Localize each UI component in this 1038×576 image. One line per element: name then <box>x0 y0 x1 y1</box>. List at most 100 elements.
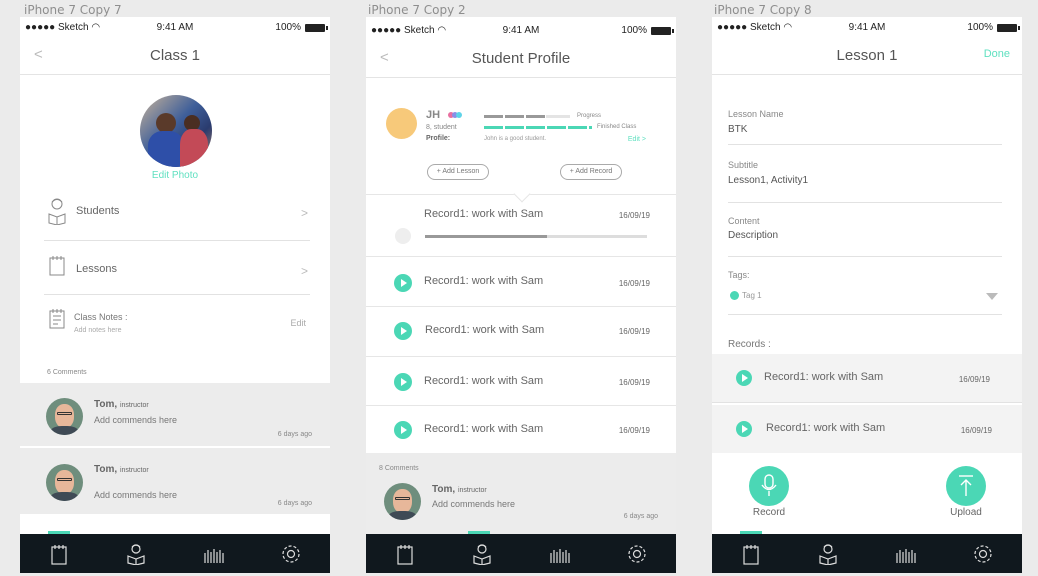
comment-role: instructor <box>119 402 149 409</box>
battery-percent: 100% <box>275 22 301 33</box>
tab-students[interactable] <box>790 534 868 573</box>
records-label: Records : <box>728 339 771 350</box>
record-item[interactable]: Record1: work with Sam 16/09/19 <box>366 358 676 406</box>
add-lesson-button[interactable]: + Add Lesson <box>427 164 489 180</box>
subtitle-field[interactable]: Subtitle Lesson1, Activity1 <box>728 157 1002 203</box>
record-item[interactable]: Record1: work with Sam 16/09/19 <box>712 354 1022 403</box>
play-icon[interactable] <box>394 322 412 340</box>
battery-icon <box>305 23 328 32</box>
play-icon[interactable] <box>736 421 752 437</box>
play-icon[interactable] <box>394 274 412 292</box>
done-button[interactable]: Done <box>984 48 1010 60</box>
gear-icon <box>282 544 300 563</box>
add-record-button[interactable]: + Add Record <box>560 164 622 180</box>
record-date: 16/09/19 <box>618 327 650 336</box>
comment-item: Tom, instructor Add commends here 6 days… <box>20 383 330 447</box>
phone-lesson: ●●●●● Sketch ◠ 9:41 AM 100% Lesson 1 Don… <box>712 17 1022 573</box>
artboard-label-1: iPhone 7 Copy 7 <box>24 3 122 17</box>
tags-field[interactable]: Tags: Tag 1 <box>728 267 1002 315</box>
chevron-down-icon[interactable] <box>986 293 998 300</box>
tab-students[interactable] <box>98 534 176 573</box>
lessons-row[interactable]: Lessons > <box>44 253 310 295</box>
battery-icon <box>651 26 674 35</box>
notebook-icon <box>49 256 65 276</box>
tab-indicator <box>468 531 490 534</box>
tab-community[interactable] <box>521 534 599 573</box>
tab-settings[interactable] <box>599 534 677 573</box>
record-title: Record1: work with Sam <box>425 324 545 336</box>
comment-author: Tom, <box>94 399 118 410</box>
record-item[interactable]: Record1: work with Sam 16/09/19 <box>712 405 1022 453</box>
finished-bar <box>484 126 592 129</box>
comment-role: instructor <box>119 467 149 474</box>
record-date: 16/09/19 <box>618 378 650 387</box>
tab-classes[interactable] <box>20 534 98 573</box>
navbar: Lesson 1 Done <box>712 37 1022 75</box>
tab-indicator <box>48 531 70 534</box>
lessons-label: Lessons <box>76 263 117 275</box>
play-icon[interactable] <box>394 373 412 391</box>
record-item[interactable]: Record1: work with Sam 16/09/19 <box>366 308 676 357</box>
progress-label: Progress <box>577 113 602 119</box>
edit-photo-link[interactable]: Edit Photo <box>20 170 330 181</box>
artboard-label-2: iPhone 7 Copy 2 <box>368 3 466 17</box>
record-title: Record1: work with Sam <box>764 371 884 383</box>
student-initials: JH <box>426 109 441 121</box>
chevron-right-icon: > <box>300 264 308 278</box>
comment-item: Tom, instructor Add commends here 6 days… <box>20 448 330 514</box>
playback-slider[interactable] <box>425 235 647 238</box>
play-icon[interactable] <box>736 370 752 386</box>
pause-icon[interactable] <box>395 228 411 244</box>
comment-text: Add commends here <box>94 490 178 500</box>
student-subtitle: 8, student <box>426 124 457 131</box>
students-label: Students <box>76 205 120 217</box>
edit-profile-link[interactable]: Edit > <box>628 136 646 143</box>
upload-button[interactable] <box>946 466 986 506</box>
tab-community[interactable] <box>867 534 945 573</box>
avatar <box>386 108 417 139</box>
record-button[interactable] <box>749 466 789 506</box>
tab-classes[interactable] <box>712 534 790 573</box>
subtitle-value: Lesson1, Activity1 <box>728 175 809 186</box>
tab-bar <box>20 534 330 573</box>
comment-text: Add commends here <box>432 499 516 509</box>
record-title: Record1: work with Sam <box>766 422 886 434</box>
battery-icon <box>997 23 1020 32</box>
record-item[interactable]: Record1: work with Sam 16/09/19 <box>366 407 676 453</box>
tab-classes[interactable] <box>366 534 444 573</box>
finished-label: Finished Class <box>597 124 637 130</box>
status-bar: ●●●●● Sketch ◠ 9:41 AM 100% <box>366 20 676 40</box>
profile-text: John is a good student. <box>484 136 547 142</box>
notebook-icon <box>51 544 67 565</box>
record-item[interactable]: Record1: work with Sam 16/09/19 <box>366 258 676 307</box>
tag-dot-icon <box>730 291 739 300</box>
class-notes-row[interactable]: Class Notes : Add notes here Edit <box>44 307 310 347</box>
comments-count: 6 Comments <box>47 369 87 376</box>
class-notes-input[interactable]: Add notes here <box>74 327 121 334</box>
students-row[interactable]: Students > <box>44 195 310 241</box>
lesson-name-field[interactable]: Lesson Name BTK <box>728 107 1002 145</box>
tab-settings[interactable] <box>253 534 331 573</box>
profile-label: Profile: <box>426 135 451 142</box>
tab-students[interactable] <box>444 534 522 573</box>
record-item[interactable]: Record1: work with Sam 16/09/19 <box>366 197 676 257</box>
gear-icon <box>974 544 992 563</box>
lesson-name-value: BTK <box>728 124 748 135</box>
tab-settings[interactable] <box>945 534 1023 573</box>
play-icon[interactable] <box>394 421 412 439</box>
comment-time: 6 days ago <box>277 500 312 507</box>
record-title: Record1: work with Sam <box>424 375 544 387</box>
comment-author: Tom, <box>94 464 118 475</box>
edit-notes-button[interactable]: Edit <box>290 318 306 328</box>
content-field[interactable]: Content Description <box>728 213 1002 257</box>
lesson-name-label: Lesson Name <box>728 109 784 119</box>
class-photo[interactable] <box>140 95 212 167</box>
hands-icon <box>550 548 570 563</box>
tab-community[interactable] <box>175 534 253 573</box>
navbar: < Student Profile <box>366 40 676 78</box>
comment-role: instructor <box>457 487 487 494</box>
record-date: 16/09/19 <box>618 279 650 288</box>
comment-time: 6 days ago <box>277 431 312 438</box>
navbar: < Class 1 <box>20 37 330 75</box>
hands-icon <box>204 548 224 563</box>
